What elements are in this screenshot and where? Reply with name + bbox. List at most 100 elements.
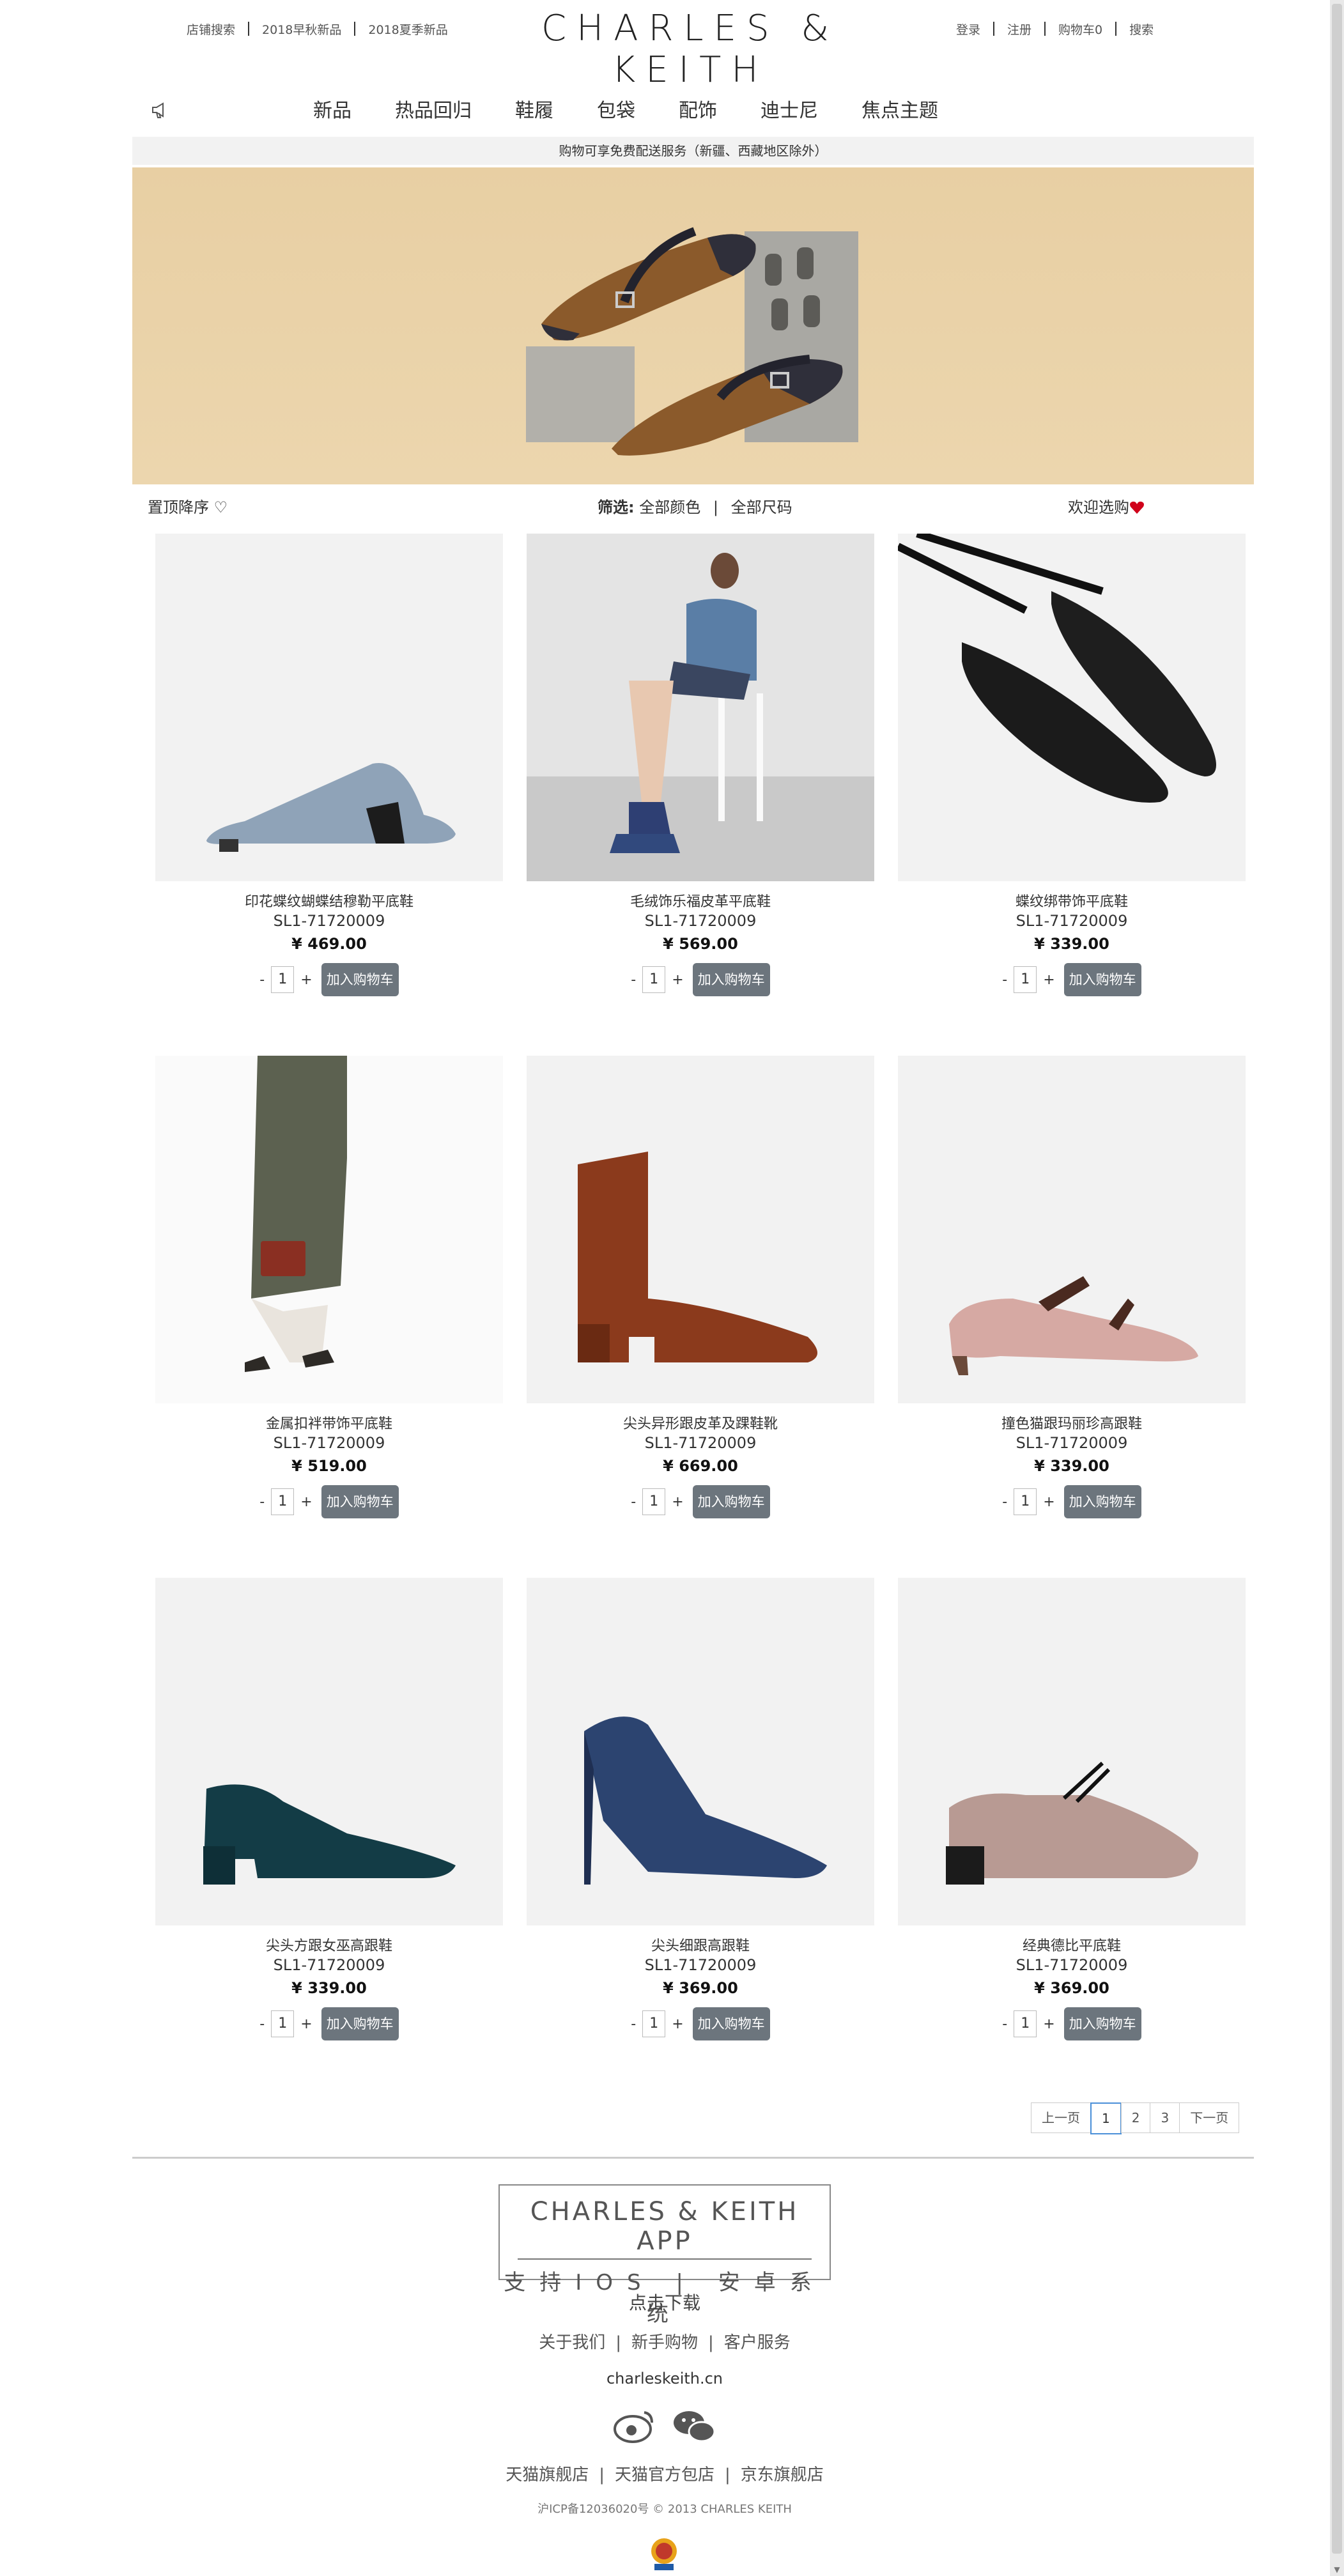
qty-plus-button[interactable]: + (1043, 2016, 1054, 2032)
add-to-cart-button[interactable]: 加入购物车 (692, 1485, 770, 1518)
qty-input[interactable]: 1 (271, 1488, 295, 1515)
nav-item-bags[interactable]: 包袋 (597, 95, 635, 123)
qty-input[interactable]: 1 (642, 2010, 666, 2037)
qty-minus-button[interactable]: - (1002, 972, 1007, 988)
nav-item-new[interactable]: 新品 (313, 95, 351, 123)
megaphone-icon[interactable] (150, 100, 171, 120)
filter-size[interactable]: 全部尺码 (731, 498, 792, 516)
qty-input[interactable]: 1 (1014, 1488, 1037, 1515)
product-name[interactable]: 金属扣袢带饰平底鞋 (155, 1412, 503, 1434)
tmall-flagship-link[interactable]: 天猫旗舰店 (506, 2465, 589, 2485)
product-name[interactable]: 尖头方跟女巫高跟鞋 (155, 1934, 503, 1956)
qty-input[interactable]: 1 (271, 2010, 295, 2037)
sort-toggle[interactable]: 置顶降序 ♡ (148, 495, 228, 517)
new-shopper-link[interactable]: 新手购物 (631, 2333, 698, 2352)
brand-logo[interactable]: CHARLES & KEITH (511, 8, 869, 91)
product-sku: SL1-71720009 (644, 912, 757, 930)
app-title: CHARLES & KEITH APP (530, 2197, 799, 2256)
tmall-bag-store-link[interactable]: 天猫官方包店 (615, 2465, 714, 2485)
nav-item-accessories[interactable]: 配饰 (679, 95, 717, 123)
early-autumn-link[interactable]: 2018早秋新品 (262, 20, 341, 38)
qty-plus-button[interactable]: + (672, 972, 683, 988)
product-name[interactable]: 印花蝶纹蝴蝶结穆勒平底鞋 (155, 890, 503, 912)
customer-service-link[interactable]: 客户服务 (724, 2333, 791, 2352)
qty-plus-button[interactable]: + (300, 1494, 312, 1510)
qty-minus-button[interactable]: - (259, 2016, 265, 2032)
add-to-cart-button[interactable]: 加入购物车 (1063, 963, 1141, 996)
prev-page-button[interactable]: 上一页 (1031, 2102, 1091, 2133)
store-search-link[interactable]: 店铺搜索 (187, 20, 235, 38)
nav-item-disney[interactable]: 迪士尼 (761, 95, 818, 123)
product-image[interactable] (898, 1056, 1246, 1403)
qty-input[interactable]: 1 (1014, 2010, 1037, 2037)
nav-item-hot-return[interactable]: 热品回归 (395, 95, 472, 123)
product-image[interactable] (898, 1578, 1246, 1925)
jd-flagship-link[interactable]: 京东旗舰店 (741, 2465, 824, 2485)
product-sku: SL1-71720009 (644, 1956, 757, 1974)
add-to-cart-button[interactable]: 加入购物车 (321, 1485, 399, 1518)
page-2-button[interactable]: 2 (1120, 2102, 1151, 2133)
qty-input[interactable]: 1 (642, 1488, 666, 1515)
qty-minus-button[interactable]: - (1002, 2016, 1007, 2032)
page-scrollbar[interactable]: ▲ ▼ (1330, 0, 1344, 2576)
qty-plus-button[interactable]: + (300, 2016, 312, 2032)
qty-minus-button[interactable]: - (259, 1494, 265, 1510)
site-domain[interactable]: charleskeith.cn (0, 2370, 1329, 2387)
about-link[interactable]: 关于我们 (539, 2333, 605, 2352)
product-card: 毛绒饰乐福皮革平底鞋 SL1-71720009 ¥ 569.00 - 1 + 加… (527, 534, 874, 996)
add-to-cart-button[interactable]: 加入购物车 (1063, 2007, 1141, 2040)
summer-new-link[interactable]: 2018夏季新品 (368, 20, 447, 38)
qty-minus-button[interactable]: - (631, 972, 636, 988)
scroll-down-arrow-icon[interactable]: ▼ (1330, 2563, 1344, 2576)
add-to-cart-button[interactable]: 加入购物车 (1063, 1485, 1141, 1518)
filter-color[interactable]: 全部颜色 (639, 498, 700, 516)
next-page-button[interactable]: 下一页 (1179, 2102, 1240, 2133)
product-name[interactable]: 经典德比平底鞋 (898, 1934, 1246, 1956)
qty-plus-button[interactable]: + (1043, 972, 1054, 988)
qty-minus-button[interactable]: - (631, 1494, 636, 1510)
nav-item-focus[interactable]: 焦点主题 (861, 95, 938, 123)
hero-banner[interactable] (132, 167, 1254, 484)
product-name[interactable]: 毛绒饰乐福皮革平底鞋 (527, 890, 874, 912)
page-3-button[interactable]: 3 (1150, 2102, 1180, 2133)
product-image[interactable] (527, 1056, 874, 1403)
qty-plus-button[interactable]: + (300, 972, 312, 988)
scrollbar-thumb[interactable] (1332, 4, 1342, 2554)
qty-input[interactable]: 1 (271, 966, 295, 993)
product-name[interactable]: 撞色猫跟玛丽珍高跟鞋 (898, 1412, 1246, 1434)
product-image[interactable] (155, 1056, 503, 1403)
product-name[interactable]: 尖头异形跟皮革及踝鞋靴 (527, 1412, 874, 1434)
product-image[interactable] (155, 534, 503, 881)
qty-minus-button[interactable]: - (1002, 1494, 1007, 1510)
product-image[interactable] (527, 1578, 874, 1925)
nav-item-shoes[interactable]: 鞋履 (515, 95, 553, 123)
qty-plus-button[interactable]: + (672, 2016, 683, 2032)
download-link[interactable]: 点击下载 (0, 2289, 1329, 2315)
qty-input[interactable]: 1 (642, 966, 666, 993)
qty-minus-button[interactable]: - (631, 2016, 636, 2032)
register-link[interactable]: 注册 (1007, 20, 1031, 38)
qty-input[interactable]: 1 (1014, 966, 1037, 993)
search-link[interactable]: 搜索 (1129, 20, 1154, 38)
product-price: ¥ 669.00 (663, 1457, 738, 1475)
add-to-cart-button[interactable]: 加入购物车 (321, 963, 399, 996)
qty-plus-button[interactable]: + (1043, 1494, 1054, 1510)
login-link[interactable]: 登录 (956, 20, 980, 38)
wechat-icon[interactable] (674, 2411, 716, 2442)
product-image[interactable] (155, 1578, 503, 1925)
cart-link[interactable]: 购物车0 (1058, 20, 1102, 38)
add-to-cart-button[interactable]: 加入购物车 (692, 963, 770, 996)
weibo-icon[interactable] (614, 2411, 653, 2443)
add-to-cart-button[interactable]: 加入购物车 (692, 2007, 770, 2040)
qty-plus-button[interactable]: + (672, 1494, 683, 1510)
product-name[interactable]: 尖头细跟高跟鞋 (527, 1934, 874, 1956)
page-1-button[interactable]: 1 (1090, 2102, 1122, 2134)
qty-minus-button[interactable]: - (259, 972, 265, 988)
product-image[interactable] (898, 534, 1246, 881)
app-promo-box[interactable]: CHARLES & KEITH APP 支持IOS | 安卓系统 (498, 2184, 831, 2327)
product-image[interactable] (527, 534, 874, 881)
police-badge-icon[interactable] (649, 2536, 679, 2574)
product-name[interactable]: 蝶纹绑带饰平底鞋 (898, 890, 1246, 912)
filter-sep: | (713, 498, 718, 516)
add-to-cart-button[interactable]: 加入购物车 (321, 2007, 399, 2040)
